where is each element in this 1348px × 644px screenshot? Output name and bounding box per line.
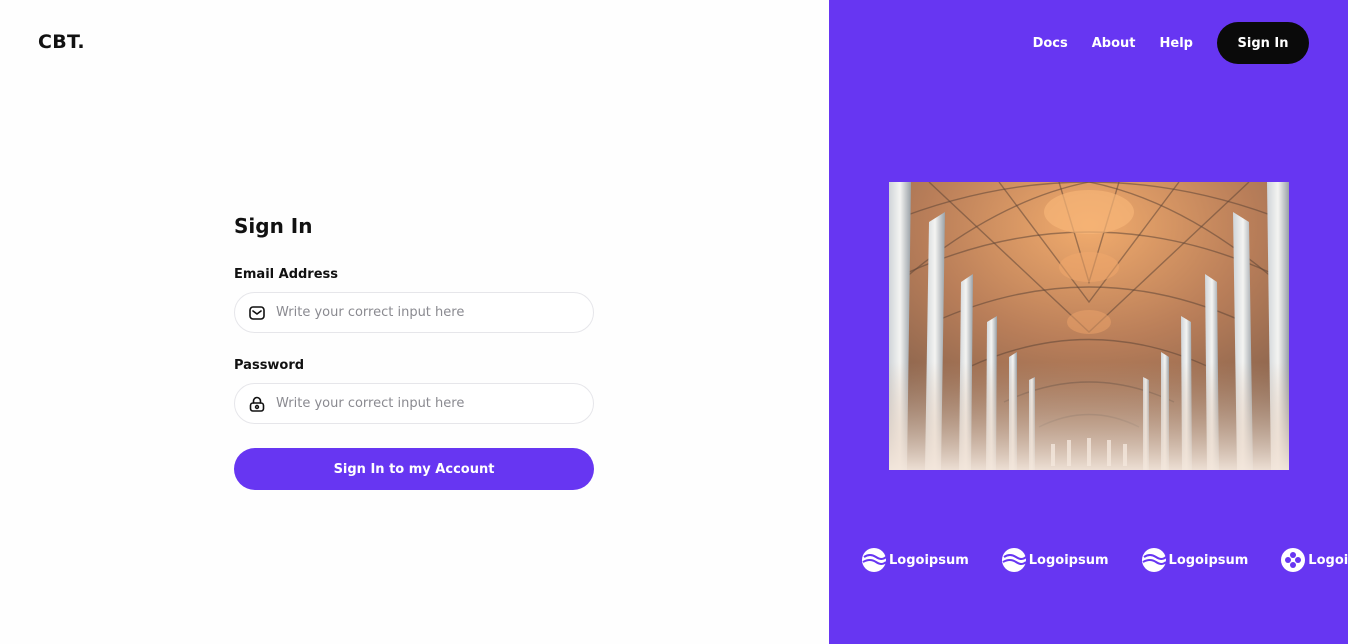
- sign-in-submit-button[interactable]: Sign In to my Account: [234, 448, 594, 490]
- partner-logo-label: Logoipsum: [1028, 552, 1109, 568]
- partner-logo: Logoipsum: [1141, 548, 1249, 572]
- mail-icon: [247, 303, 267, 323]
- nav-sign-in-button[interactable]: Sign In: [1217, 22, 1309, 64]
- partner-logo-strip: Logoipsum Logoipsum Logoipsum Logoipsum: [829, 548, 1348, 572]
- lock-icon: [247, 394, 267, 414]
- email-input[interactable]: [276, 305, 576, 320]
- partner-logo: Logoipsum: [862, 548, 969, 572]
- sign-in-form: Sign In Email Address Password S: [234, 212, 594, 490]
- brand-logo[interactable]: CBT.: [38, 31, 85, 53]
- partner-logo: Logoipsum: [1001, 548, 1109, 572]
- nav-link-about[interactable]: About: [1092, 36, 1136, 51]
- brand-panel: Docs About Help Sign In Logoipsum Logoip…: [829, 0, 1348, 644]
- waves-icon: [1001, 548, 1027, 572]
- password-field-wrapper[interactable]: [234, 383, 594, 424]
- hero-image: [889, 182, 1289, 470]
- waves-icon: [862, 548, 887, 572]
- nav-link-docs[interactable]: Docs: [1033, 36, 1068, 51]
- clover-icon: [1281, 548, 1306, 572]
- password-label: Password: [234, 358, 305, 373]
- nav-link-help[interactable]: Help: [1160, 36, 1193, 51]
- password-input[interactable]: [276, 396, 576, 411]
- waves-icon: [1141, 548, 1167, 572]
- partner-logo-label: Logoipsum: [1308, 552, 1348, 568]
- sign-in-panel: CBT. Sign In Email Address Password: [0, 0, 829, 644]
- partner-logo-label: Logoipsum: [1168, 552, 1249, 568]
- partner-logo: Logoipsum: [1281, 548, 1348, 572]
- partner-logo-label: Logoipsum: [889, 552, 969, 568]
- form-title: Sign In: [234, 214, 313, 238]
- email-label: Email Address: [234, 267, 339, 282]
- top-nav: Docs About Help Sign In: [1033, 22, 1309, 64]
- email-field-wrapper[interactable]: [234, 292, 594, 333]
